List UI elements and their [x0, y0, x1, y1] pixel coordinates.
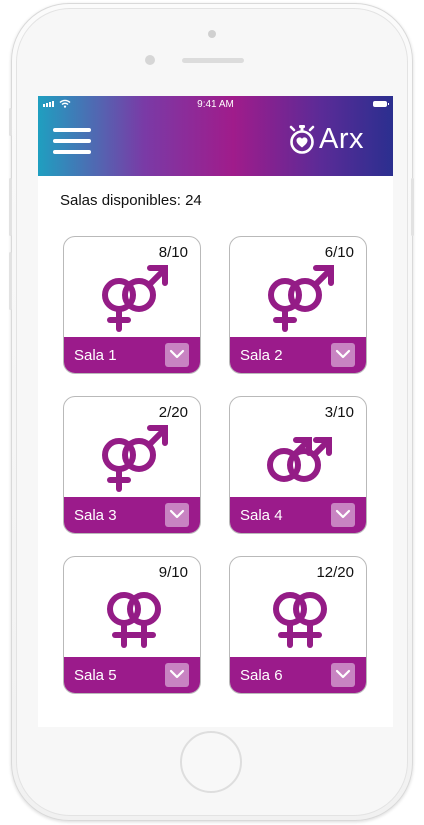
hamburger-line — [53, 139, 91, 143]
earpiece-speaker — [182, 58, 244, 63]
logo-text: Arx — [319, 122, 364, 155]
mixed-gender-icon — [102, 425, 168, 492]
male-pair-icon — [267, 437, 332, 482]
room-card-3[interactable]: 2/20 Sala 3 — [63, 396, 201, 534]
room-name: Sala 3 — [74, 507, 117, 524]
front-camera — [208, 30, 216, 38]
menu-button[interactable] — [53, 128, 91, 158]
hamburger-line — [53, 128, 91, 132]
expand-button[interactable] — [165, 503, 189, 527]
room-name: Sala 1 — [74, 347, 117, 364]
chevron-down-icon — [169, 349, 185, 359]
chevron-down-icon — [169, 509, 185, 519]
room-name: Sala 2 — [240, 347, 283, 364]
mixed-gender-icon — [102, 265, 168, 332]
chevron-down-icon — [169, 669, 185, 679]
chevron-down-icon — [335, 349, 351, 359]
female-pair-icon — [107, 592, 161, 648]
phone-side-button — [9, 108, 12, 136]
room-card-footer: Sala 5 — [64, 657, 200, 693]
phone-volume-down — [9, 252, 12, 310]
room-card-footer: Sala 4 — [230, 497, 366, 533]
status-time: 9:41 AM — [197, 99, 234, 110]
app-header: 9:41 AM Arx — [38, 96, 393, 176]
expand-button[interactable] — [165, 343, 189, 367]
room-card-footer: Sala 2 — [230, 337, 366, 373]
expand-button[interactable] — [331, 343, 355, 367]
room-card-1[interactable]: 8/10 Sala 1 — [63, 236, 201, 374]
stopwatch-heart-icon — [289, 125, 315, 154]
hamburger-line — [53, 150, 91, 154]
proximity-sensor — [145, 55, 155, 65]
room-name: Sala 4 — [240, 507, 283, 524]
room-card-footer: Sala 3 — [64, 497, 200, 533]
arx-logo: Arx — [288, 124, 364, 154]
room-name: Sala 5 — [74, 667, 117, 684]
phone-volume-up — [9, 178, 12, 236]
battery-icon — [373, 101, 389, 107]
expand-button[interactable] — [331, 663, 355, 687]
mixed-gender-icon — [268, 265, 334, 332]
room-name: Sala 6 — [240, 667, 283, 684]
female-pair-icon — [273, 592, 327, 648]
room-card-footer: Sala 1 — [64, 337, 200, 373]
chevron-down-icon — [335, 669, 351, 679]
room-card-6[interactable]: 12/20 Sala 6 — [229, 556, 367, 694]
home-button[interactable] — [180, 731, 242, 793]
app-screen: 9:41 AM Arx Salas disponibles: 24 8/10 S… — [38, 96, 393, 727]
room-card-footer: Sala 6 — [230, 657, 366, 693]
phone-power-button — [411, 178, 414, 236]
status-bar: 9:41 AM — [38, 96, 393, 112]
room-card-4[interactable]: 3/10 Sala 4 — [229, 396, 367, 534]
available-rooms-label: Salas disponibles: 24 — [60, 192, 202, 209]
expand-button[interactable] — [331, 503, 355, 527]
expand-button[interactable] — [165, 663, 189, 687]
chevron-down-icon — [335, 509, 351, 519]
room-card-2[interactable]: 6/10 Sala 2 — [229, 236, 367, 374]
room-card-5[interactable]: 9/10 Sala 5 — [63, 556, 201, 694]
